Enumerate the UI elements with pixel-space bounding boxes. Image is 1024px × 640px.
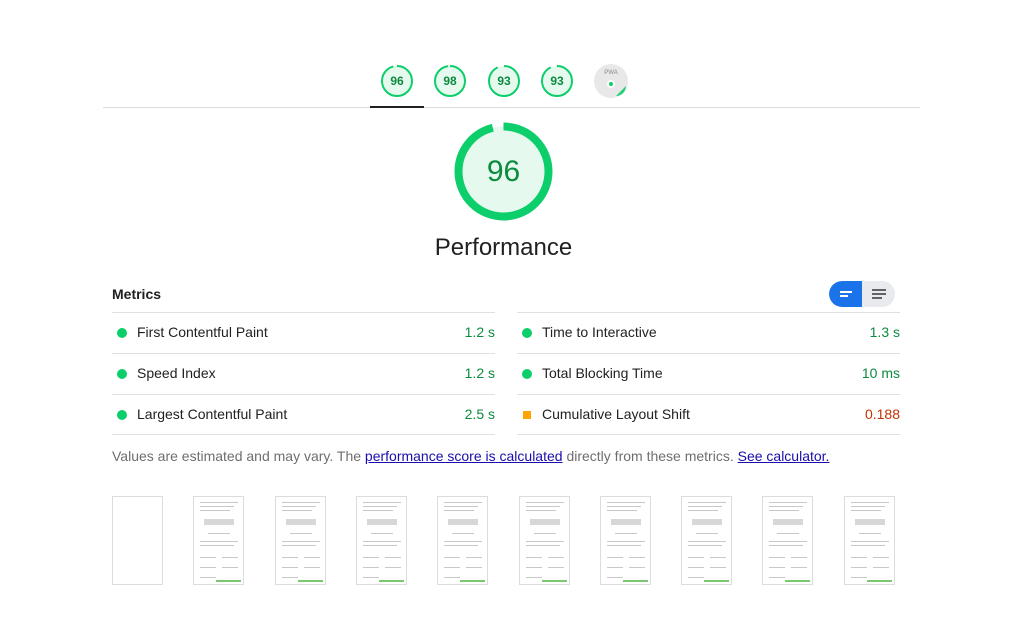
footnote-text: directly from these metrics. (562, 448, 738, 464)
filmstrip-frame (356, 496, 407, 585)
metric-label: Cumulative Layout Shift (542, 406, 690, 422)
metric-label: Total Blocking Time (542, 365, 663, 381)
metric-first-contentful-paint: First Contentful Paint 1.2 s (112, 312, 495, 353)
metrics-view-toggle[interactable] (829, 281, 895, 307)
performance-score: 96 (486, 155, 521, 188)
filmstrip-frame (844, 496, 895, 585)
average-indicator-icon (523, 411, 531, 419)
see-calculator-link[interactable]: See calculator. (738, 448, 830, 464)
page-title: Performance (434, 234, 573, 261)
metric-label: Time to Interactive (542, 324, 657, 340)
tab-score: 93 (550, 74, 564, 88)
active-tab-indicator (370, 106, 424, 108)
footnote-text: Values are estimated and may vary. The (112, 448, 365, 464)
score-calculation-link[interactable]: performance score is calculated (365, 448, 563, 464)
tab-seo[interactable]: 93 (540, 64, 574, 98)
metrics-footnote: Values are estimated and may vary. The p… (112, 448, 829, 464)
filmstrip-frame (600, 496, 651, 585)
metric-value: 1.2 s (464, 324, 495, 340)
metric-label: Largest Contentful Paint (137, 406, 288, 422)
tab-score: 98 (443, 74, 457, 88)
filmstrip-frame (762, 496, 813, 585)
category-tabs: 96 98 93 93 PWA (103, 56, 920, 108)
metric-value: 0.188 (864, 406, 900, 422)
filmstrip-frame (193, 496, 244, 585)
pass-indicator-icon (117, 410, 127, 420)
metric-largest-contentful-paint: Largest Contentful Paint 2.5 s (112, 394, 495, 435)
performance-gauge: 96 (453, 121, 554, 222)
metric-value: 10 ms (861, 365, 900, 381)
tab-best-practices[interactable]: 93 (487, 64, 521, 98)
metric-value: 1.2 s (464, 365, 495, 381)
metric-cumulative-layout-shift: Cumulative Layout Shift 0.188 (517, 394, 900, 435)
pwa-corner-icon (616, 86, 626, 96)
filmstrip-frame (112, 496, 163, 585)
tab-score: 96 (390, 74, 404, 88)
tab-accessibility[interactable]: 98 (433, 64, 467, 98)
metric-label: First Contentful Paint (137, 324, 268, 340)
metric-speed-index: Speed Index 1.2 s (112, 353, 495, 394)
metric-value: 2.5 s (464, 406, 495, 422)
lines-long-icon[interactable] (862, 281, 895, 307)
metric-total-blocking-time: Total Blocking Time 10 ms (517, 353, 900, 394)
pwa-label: PWA (604, 70, 618, 76)
metrics-heading: Metrics (112, 286, 162, 302)
tab-pwa[interactable]: PWA (594, 64, 628, 98)
pass-indicator-icon (522, 328, 532, 338)
pass-indicator-icon (117, 369, 127, 379)
filmstrip-frame (275, 496, 326, 585)
metric-time-to-interactive: Time to Interactive 1.3 s (517, 312, 900, 353)
pass-indicator-icon (522, 369, 532, 379)
lines-short-icon[interactable] (829, 281, 862, 307)
filmstrip-frame (681, 496, 732, 585)
pwa-badge-icon (607, 80, 615, 88)
metric-label: Speed Index (137, 365, 216, 381)
filmstrip-frame (519, 496, 570, 585)
tab-performance[interactable]: 96 (380, 64, 414, 98)
pass-indicator-icon (117, 328, 127, 338)
filmstrip-frame (437, 496, 488, 585)
tab-score: 93 (497, 74, 511, 88)
metric-value: 1.3 s (869, 324, 900, 340)
